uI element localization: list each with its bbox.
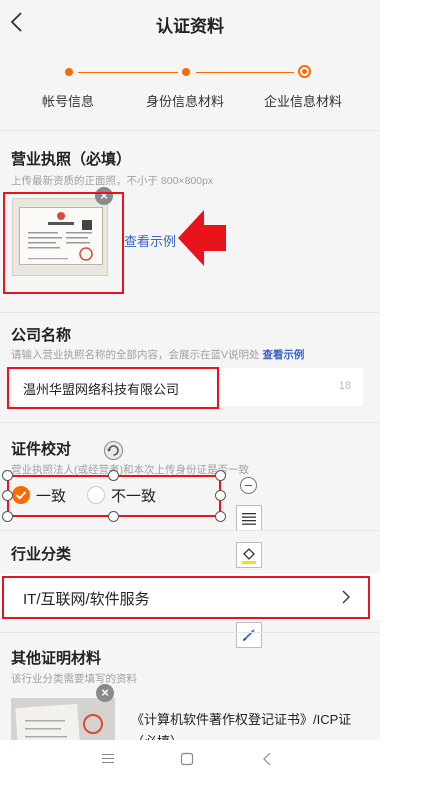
annotation-box-industry — [2, 576, 370, 619]
app-screen: 认证资料 帐号信息 身份信息材料 企业信息材料 营业执照（必填） 上传最新资质的… — [0, 0, 380, 740]
resize-handle[interactable] — [2, 470, 13, 481]
menu-icon[interactable] — [101, 752, 115, 764]
verify-title: 证件校对 — [11, 441, 72, 458]
step-current-indicator — [298, 65, 311, 78]
step-line-2 — [196, 72, 294, 73]
license-hint: 上传最新资质的正面照，不小于 800×800px — [11, 175, 214, 187]
license-title: 营业执照（必填） — [11, 151, 132, 168]
divider — [0, 312, 380, 313]
align-lines-icon — [242, 513, 256, 525]
divider — [0, 130, 380, 131]
resize-handle[interactable] — [215, 511, 226, 522]
right-blank-area — [380, 0, 427, 808]
pen-tool[interactable] — [236, 622, 262, 648]
text-align-tool[interactable] — [236, 505, 262, 531]
divider — [0, 530, 380, 531]
pen-icon — [243, 629, 255, 641]
divider — [0, 632, 380, 633]
step-progress: 帐号信息 身份信息材料 企业信息材料 — [0, 44, 380, 130]
industry-title: 行业分类 — [11, 546, 72, 563]
view-example-link[interactable]: 查看示例 — [124, 231, 176, 250]
step-line-1 — [78, 72, 178, 73]
company-title: 公司名称 — [11, 327, 72, 344]
fill-tool[interactable] — [236, 542, 262, 568]
company-hint-text: 请输入营业执照名称的全部内容，会展示在蓝V说明处 — [11, 349, 260, 361]
step-dot-2 — [182, 68, 190, 76]
header: 认证资料 — [0, 0, 380, 44]
step-label-identity: 身份信息材料 — [146, 94, 225, 109]
close-icon: × — [101, 685, 109, 700]
company-view-example-link[interactable]: 查看示例 — [262, 349, 304, 361]
annotation-box-license — [3, 192, 124, 294]
resize-handle[interactable] — [108, 470, 119, 481]
resize-handle[interactable] — [2, 490, 13, 501]
paint-bucket-icon — [242, 548, 256, 564]
certificate-name: 《计算机软件著作权登记证书》/ICP证（必填） — [131, 712, 352, 740]
copyright-certificate-image[interactable] — [11, 698, 115, 740]
other-docs-title: 其他证明材料 — [11, 650, 102, 667]
divider — [0, 422, 380, 423]
step-label-enterprise: 企业信息材料 — [264, 94, 343, 109]
step-label-account: 帐号信息 — [42, 94, 95, 109]
remove-certificate-button[interactable]: × — [96, 684, 114, 702]
back-triangle-icon[interactable] — [262, 752, 272, 766]
resize-handle[interactable] — [108, 511, 119, 522]
char-count: 18 — [338, 380, 351, 392]
company-hint: 请输入营业执照名称的全部内容，会展示在蓝V说明处 查看示例 — [11, 347, 304, 362]
resize-handle[interactable] — [215, 490, 226, 501]
zoom-out-button[interactable] — [240, 477, 257, 494]
home-square-icon[interactable] — [180, 752, 194, 766]
page-title: 认证资料 — [156, 17, 224, 36]
resize-handle[interactable] — [2, 511, 13, 522]
system-nav-bar — [0, 740, 380, 808]
annotation-box-company — [7, 367, 219, 409]
other-docs-hint: 该行业分类需要填写的资料 — [11, 673, 137, 685]
resize-handle[interactable] — [215, 470, 226, 481]
red-arrow-annotation — [178, 210, 226, 266]
rotate-icon[interactable] — [104, 441, 123, 460]
certificate-photo — [11, 698, 115, 740]
step-dot-1 — [65, 68, 73, 76]
